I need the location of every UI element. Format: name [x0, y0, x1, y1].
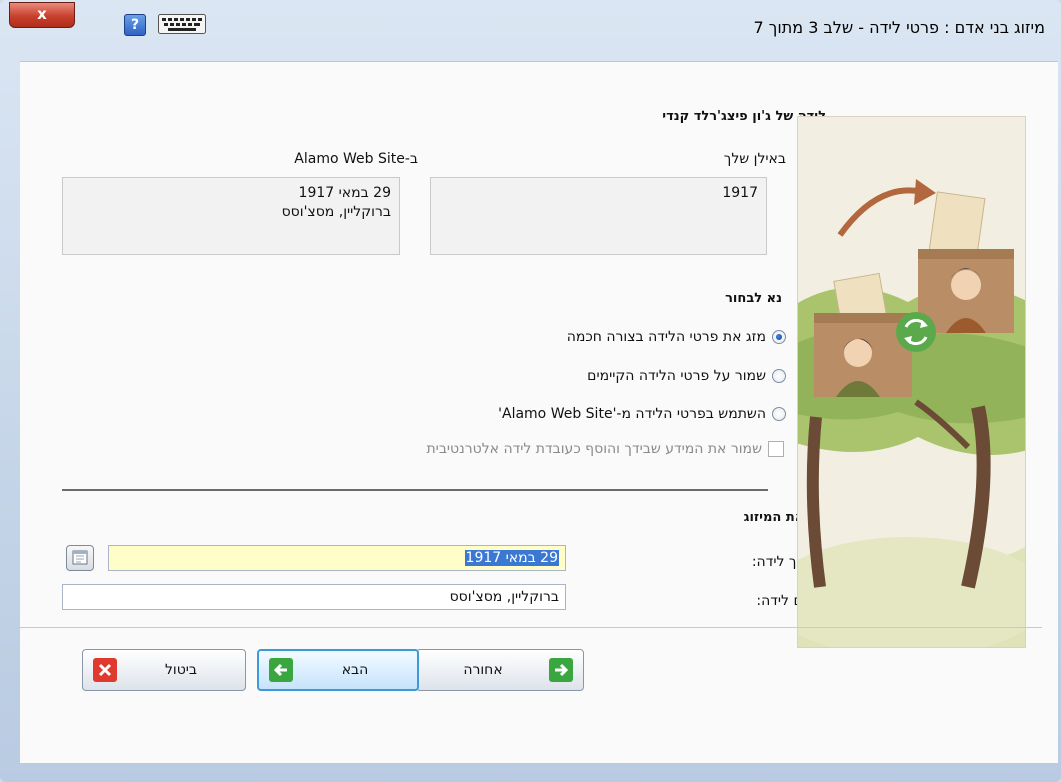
calendar-icon [72, 550, 88, 565]
birth-place-value: ברוקליין, מסצ'וסס [449, 589, 559, 605]
tree-source-label: באילן שלך [723, 151, 786, 167]
back-button-label: אחורה [463, 662, 503, 678]
birth-date-field[interactable]: 29 במאי 1917 [108, 545, 566, 571]
back-button[interactable]: אחורה [416, 649, 584, 691]
x-icon [93, 658, 117, 682]
choose-heading: נא לבחור [725, 291, 782, 306]
title-bar: x ? מיזוג בני אדם : פרטי לידה - שלב 3 מת… [0, 0, 1061, 60]
next-button[interactable]: הבא [257, 649, 419, 691]
arrow-right-icon [549, 658, 573, 682]
section-divider [62, 489, 768, 491]
radio-use-web-label: השתמש בפרטי הלידה מ-'Alamo Web Site' [498, 406, 766, 422]
web-source-label: ב-Alamo Web Site [294, 151, 418, 167]
merge-illustration [797, 116, 1026, 648]
footer-divider [18, 627, 1042, 628]
merge-people-illustration [798, 117, 1025, 647]
web-source-date: 29 במאי 1917 [298, 185, 391, 201]
radio-smart-merge[interactable]: מזג את פרטי הלידה בצורה חכמה [567, 329, 786, 345]
birth-date-value: 29 במאי 1917 [464, 550, 559, 566]
tree-source-date: 1917 [722, 185, 758, 201]
cancel-button[interactable]: ביטול [82, 649, 246, 691]
calendar-button[interactable] [66, 545, 94, 571]
radio-keep-existing[interactable]: שמור על פרטי הלידה הקיימים [587, 368, 786, 384]
tree-source-box: 1917 [430, 177, 767, 255]
radio-smart-merge-indicator[interactable] [772, 330, 786, 344]
arrow-left-icon [269, 658, 293, 682]
alt-fact-checkbox[interactable]: שמור את המידע שבידך והוסף כעובדת לידה אל… [426, 441, 784, 457]
radio-smart-merge-label: מזג את פרטי הלידה בצורה חכמה [566, 329, 766, 345]
close-button[interactable]: x [9, 2, 75, 28]
radio-use-web-indicator[interactable] [772, 407, 786, 421]
radio-keep-existing-label: שמור על פרטי הלידה הקיימים [587, 368, 766, 384]
wizard-window: x ? מיזוג בני אדם : פרטי לידה - שלב 3 מת… [0, 0, 1061, 782]
radio-use-web[interactable]: השתמש בפרטי הלידה מ-'Alamo Web Site' [498, 406, 786, 422]
radio-keep-existing-indicator[interactable] [772, 369, 786, 383]
web-source-box: 29 במאי 1917 ברוקליין, מסצ'וסס [62, 177, 400, 255]
keyboard-icon[interactable] [158, 14, 206, 34]
next-button-label: הבא [341, 662, 369, 678]
alt-fact-checkbox-box[interactable] [768, 441, 784, 457]
alt-fact-checkbox-label: שמור את המידע שבידך והוסף כעובדת לידה אל… [426, 441, 762, 457]
web-source-place: ברוקליין, מסצ'וסס [281, 204, 391, 220]
help-icon[interactable]: ? [124, 14, 146, 36]
window-title: מיזוג בני אדם : פרטי לידה - שלב 3 מתוך 7 [753, 18, 1045, 37]
birth-place-field[interactable]: ברוקליין, מסצ'וסס [62, 584, 566, 610]
cancel-button-label: ביטול [164, 662, 198, 678]
